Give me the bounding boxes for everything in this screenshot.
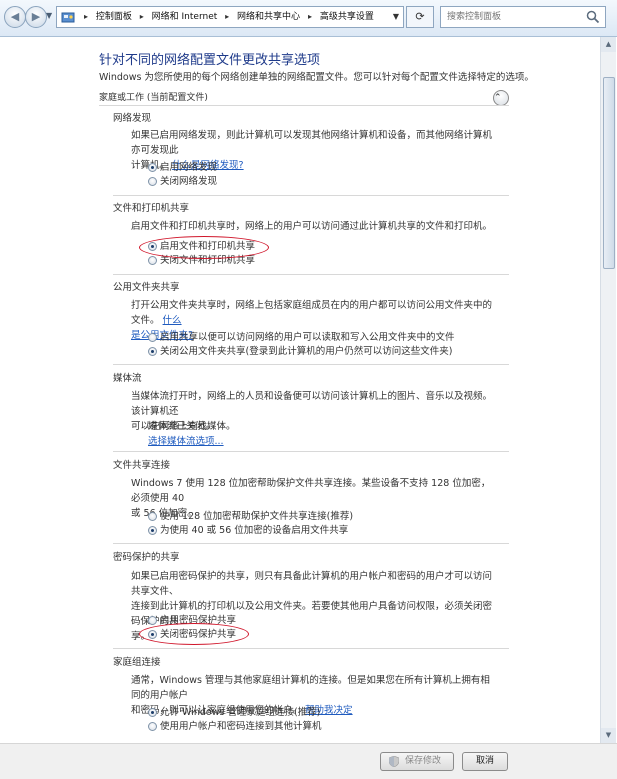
chevron-right-icon[interactable]: ▸ bbox=[225, 7, 229, 27]
search-box[interactable] bbox=[440, 6, 606, 28]
option-label: 使用用户帐户和密码连接到其他计算机 bbox=[160, 721, 322, 732]
section-title-media-streaming: 媒体流 bbox=[113, 373, 142, 384]
refresh-icon: ⟳ bbox=[415, 10, 425, 23]
main-content: 针对不同的网络配置文件更改共享选项 Windows 为您所使用的每个网络创建单独… bbox=[0, 37, 598, 743]
vertical-scrollbar[interactable]: ▲ ▼ bbox=[600, 37, 616, 743]
cancel-button[interactable]: 取消 bbox=[462, 752, 508, 771]
page-subtitle: Windows 为您所使用的每个网络创建单独的网络配置文件。您可以针对每个配置文… bbox=[99, 72, 534, 83]
radio-button[interactable] bbox=[148, 708, 157, 717]
desc-line: 当媒体流打开时，网络上的人员和设备便可以访问该计算机上的图片、音乐以及视频。该计… bbox=[131, 391, 493, 417]
desc-line: 如果已启用网络发现，则此计算机可以发现其他网络计算机和设备，而其他网络计算机亦可… bbox=[131, 130, 493, 156]
chevron-right-icon[interactable]: ▸ bbox=[140, 7, 144, 27]
choose-media-options-link[interactable]: 选择媒体流选项... bbox=[148, 436, 224, 447]
divider bbox=[99, 105, 509, 106]
radio-button[interactable] bbox=[148, 616, 157, 625]
divider bbox=[113, 543, 509, 544]
divider bbox=[113, 364, 509, 365]
section-title-public-folder-sharing: 公用文件夹共享 bbox=[113, 282, 180, 293]
section-title-network-discovery: 网络发现 bbox=[113, 113, 152, 124]
divider bbox=[113, 451, 509, 452]
divider bbox=[113, 274, 509, 275]
scroll-up-arrow[interactable]: ▲ bbox=[601, 37, 616, 52]
option-label: 使用 128 位加密帮助保护文件共享连接(推荐) bbox=[160, 511, 354, 522]
red-annotation-circle bbox=[139, 623, 249, 645]
chevron-right-icon[interactable]: ▸ bbox=[308, 7, 312, 27]
option-label: 启用网络发现 bbox=[160, 162, 218, 173]
radio-button[interactable] bbox=[148, 256, 157, 265]
desc-line: 打开公用文件夹共享时，网络上包括家庭组成员在内的用户都可以访问公用文件夹中的文件… bbox=[131, 300, 493, 326]
red-annotation-circle bbox=[139, 236, 269, 259]
divider bbox=[113, 195, 509, 196]
radio-button[interactable] bbox=[148, 163, 157, 172]
control-panel-icon bbox=[61, 12, 75, 23]
page-title: 针对不同的网络配置文件更改共享选项 bbox=[99, 53, 321, 68]
search-icon[interactable] bbox=[585, 9, 601, 25]
option-label: 关闭公用文件夹共享(登录到此计算机的用户仍然可以访问这些文件夹) bbox=[160, 346, 453, 357]
radio-button[interactable] bbox=[148, 512, 157, 521]
uac-shield-icon bbox=[389, 756, 399, 767]
save-button-label: 保存修改 bbox=[404, 756, 441, 766]
chevron-right-icon: ▸ bbox=[84, 12, 89, 21]
radio-button[interactable] bbox=[148, 722, 157, 731]
address-bar[interactable]: ▸ 控制面板 ▸ 网络和 Internet ▸ 网络和共享中心 ▸ 高级共享设置… bbox=[56, 6, 404, 28]
scrollbar-thumb[interactable] bbox=[603, 77, 615, 269]
recent-pages-dropdown[interactable]: ▼ bbox=[46, 10, 55, 22]
forward-button[interactable]: ▶ bbox=[25, 6, 47, 28]
media-status-text: 媒体流已关闭。 bbox=[148, 421, 215, 432]
option-label: 关闭网络发现 bbox=[160, 176, 218, 187]
back-button[interactable]: ◀ bbox=[4, 6, 26, 28]
refresh-button[interactable]: ⟳ bbox=[406, 6, 434, 28]
option-label: 启用共享以便可以访问网络的用户可以读取和写入公用文件夹中的文件 bbox=[160, 332, 455, 343]
section-title-file-printer-sharing: 文件和打印机共享 bbox=[113, 203, 190, 214]
option-label: 允许 Windows 管理家庭组连接(推荐) bbox=[160, 707, 321, 718]
radio-button[interactable] bbox=[148, 347, 157, 356]
radio-button[interactable] bbox=[148, 177, 157, 186]
desc-line: 如果已启用密码保护的共享，则只有具备此计算机的用户帐户和密码的用户才可以访问共享… bbox=[131, 571, 493, 597]
section-title-file-sharing-connections: 文件共享连接 bbox=[113, 460, 171, 471]
desc-line: Windows 7 使用 128 位加密帮助保护文件共享连接。某些设备不支持 1… bbox=[131, 478, 491, 504]
what-is-public-folder-link[interactable]: 什么 bbox=[163, 315, 182, 326]
chevron-down-icon[interactable]: ▼ bbox=[393, 7, 399, 27]
save-changes-button[interactable]: 保存修改 bbox=[380, 752, 454, 771]
section-title-password-protected-sharing: 密码保护的共享 bbox=[113, 552, 180, 563]
breadcrumb-network-sharing-center[interactable]: 网络和共享中心 bbox=[237, 7, 300, 27]
scroll-down-arrow[interactable]: ▼ bbox=[601, 728, 616, 743]
breadcrumb-control-panel[interactable]: 控制面板 bbox=[96, 7, 132, 27]
desc-line: 通常，Windows 管理与其他家庭组计算机的连接。但是如果您在所有计算机上拥有… bbox=[131, 675, 490, 701]
file-printer-description: 启用文件和打印机共享时，网络上的用户可以访问通过此计算机共享的文件和打印机。 bbox=[131, 221, 493, 232]
section-title-homegroup-connections: 家庭组连接 bbox=[113, 657, 161, 668]
breadcrumb: ▸ 控制面板 ▸ 网络和 Internet ▸ 网络和共享中心 ▸ 高级共享设置 bbox=[79, 7, 374, 27]
radio-button[interactable] bbox=[148, 333, 157, 342]
profile-label: 家庭或工作 (当前配置文件) bbox=[99, 93, 208, 103]
radio-button[interactable] bbox=[148, 526, 157, 535]
address-toolbar: ◀ ▶ ▼ ▸ 控制面板 ▸ 网络和 Internet ▸ 网络和共享中心 ▸ … bbox=[0, 0, 617, 37]
chevron-up-icon: ⌃ bbox=[494, 93, 502, 103]
divider bbox=[113, 648, 509, 649]
breadcrumb-network-internet[interactable]: 网络和 Internet bbox=[152, 7, 218, 27]
option-label: 为使用 40 或 56 位加密的设备启用文件共享 bbox=[160, 525, 349, 536]
collapse-button[interactable]: ⌃ bbox=[493, 90, 509, 106]
search-input[interactable] bbox=[445, 9, 579, 25]
button-bar: 保存修改 取消 bbox=[0, 743, 617, 779]
media-status: 媒体流已关闭。 选择媒体流选项... bbox=[148, 419, 448, 449]
breadcrumb-advanced-sharing[interactable]: 高级共享设置 bbox=[320, 7, 374, 27]
